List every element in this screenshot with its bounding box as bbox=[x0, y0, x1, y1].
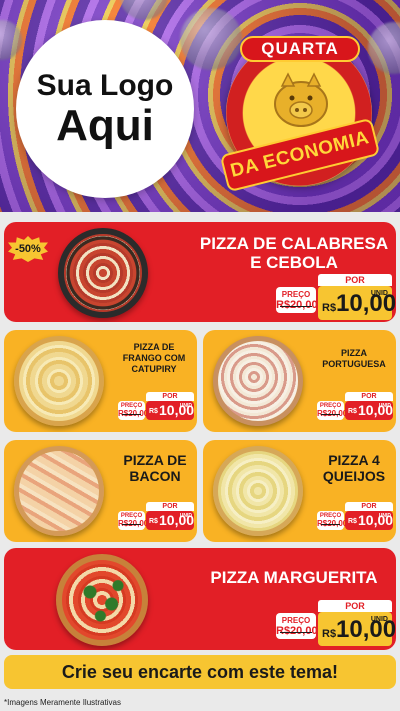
product-name-line: E CEBOLA bbox=[250, 253, 338, 272]
currency-symbol: R$ bbox=[322, 628, 337, 640]
old-price: PREÇO R$20,00 bbox=[276, 287, 318, 313]
promo-badge-title: QUARTA bbox=[240, 36, 360, 62]
strikethrough bbox=[280, 306, 312, 307]
product-name-line: PIZZA bbox=[341, 348, 367, 358]
pizza-image bbox=[56, 554, 148, 646]
currency-symbol: R$ bbox=[149, 518, 158, 525]
strikethrough bbox=[321, 524, 340, 525]
price-por-label: POR bbox=[146, 392, 194, 401]
pizza-image bbox=[14, 446, 104, 536]
price-por-label: POR bbox=[146, 502, 194, 511]
pizza-image bbox=[213, 446, 303, 536]
new-price: R$ 10,00 UNID bbox=[146, 401, 194, 420]
price-unit: UNID bbox=[370, 290, 388, 297]
product-card-4-queijos[interactable]: PIZZA 4 QUEIJOS POR PREÇO R$20,00 R$ 10,… bbox=[203, 440, 396, 542]
product-name-line: PIZZA MARGUERITA bbox=[210, 568, 378, 587]
product-name: PIZZA DE FRANGO COM CATUPIRY bbox=[112, 342, 196, 375]
new-price: R$ 10,00 UNID bbox=[318, 612, 396, 646]
product-card-frango[interactable]: PIZZA DE FRANGO COM CATUPIRY POR PREÇO R… bbox=[4, 330, 197, 432]
price-unit: UNID bbox=[378, 403, 391, 409]
discount-badge: -50% bbox=[8, 236, 48, 262]
strikethrough bbox=[122, 414, 141, 415]
currency-symbol: R$ bbox=[348, 518, 357, 525]
old-price: PREÇO R$20,00 bbox=[276, 613, 318, 639]
product-card-portuguesa[interactable]: PIZZA PORTUGUESA POR PREÇO R$20,00 R$ 10… bbox=[203, 330, 396, 432]
coin-decoration bbox=[180, 8, 242, 70]
disclaimer-text: *Imagens Meramente Ilustrativas bbox=[4, 698, 121, 707]
product-name-line: CATUPIRY bbox=[131, 364, 177, 374]
new-price: R$ 10,00 UNID bbox=[345, 511, 393, 530]
pizza-image bbox=[213, 336, 303, 426]
header-banner: Sua Logo Aqui QUARTA DA ECONOMIA bbox=[0, 0, 400, 218]
price-tag: POR PREÇO R$20,00 R$ 10,00 UNID bbox=[317, 502, 393, 530]
product-card-calabresa[interactable]: -50% PIZZA DE CALABRESA E CEBOLA POR PRE… bbox=[4, 222, 396, 322]
strikethrough bbox=[122, 524, 141, 525]
product-name-line: PIZZA DE bbox=[133, 342, 175, 352]
product-name-line: PIZZA DE CALABRESA bbox=[199, 234, 389, 253]
product-name: PIZZA DE CALABRESA E CEBOLA bbox=[194, 234, 394, 272]
logo-text-line2: Aqui bbox=[56, 101, 154, 150]
product-name-line: BACON bbox=[129, 468, 181, 484]
pizza-image bbox=[14, 336, 104, 426]
old-price: PREÇO R$20,00 bbox=[118, 401, 148, 420]
old-price: PREÇO R$20,00 bbox=[317, 511, 347, 530]
new-price: R$ 10,00 UNID bbox=[345, 401, 393, 420]
product-name-line: QUEIJOS bbox=[322, 468, 386, 484]
product-name-line: PORTUGUESA bbox=[322, 359, 386, 369]
price-tag: POR PREÇO R$20,00 R$ 10,00 UNID bbox=[118, 392, 194, 420]
price-por-label: POR bbox=[345, 392, 393, 401]
old-price: PREÇO R$20,00 bbox=[317, 401, 347, 420]
currency-symbol: R$ bbox=[348, 408, 357, 415]
product-name-line: PIZZA DE bbox=[123, 452, 187, 468]
price-unit: UNID bbox=[378, 513, 391, 519]
price-tag: POR PREÇO R$20,00 R$ 10,00 UNID bbox=[276, 274, 396, 320]
product-card-bacon[interactable]: PIZZA DE BACON POR PREÇO R$20,00 R$ 10,0… bbox=[4, 440, 197, 542]
price-unit: UNID bbox=[179, 403, 192, 409]
strikethrough bbox=[321, 414, 340, 415]
piggy-bank-icon bbox=[274, 72, 328, 127]
currency-symbol: R$ bbox=[149, 408, 158, 415]
old-price: PREÇO R$20,00 bbox=[118, 511, 148, 530]
strikethrough bbox=[280, 632, 312, 633]
product-name: PIZZA DE BACON bbox=[114, 452, 196, 484]
new-price: R$ 10,00 UNID bbox=[146, 511, 194, 530]
currency-symbol: R$ bbox=[322, 302, 337, 314]
price-por-label: POR bbox=[345, 502, 393, 511]
logo-placeholder[interactable]: Sua Logo Aqui bbox=[16, 20, 194, 198]
product-name: PIZZA PORTUGUESA bbox=[313, 348, 395, 370]
product-name: PIZZA MARGUERITA bbox=[194, 568, 394, 587]
price-tag: POR PREÇO R$20,00 R$ 10,00 UNID bbox=[118, 502, 194, 530]
product-name-line: PIZZA 4 bbox=[328, 452, 380, 468]
product-name-line: FRANGO COM bbox=[122, 353, 186, 363]
call-to-action-banner[interactable]: Crie seu encarte com este tema! bbox=[4, 655, 396, 689]
new-price: R$ 10,00 UNID bbox=[318, 286, 396, 320]
price-por-label: POR bbox=[318, 600, 392, 612]
logo-text-line1: Sua Logo bbox=[36, 69, 174, 102]
price-tag: POR PREÇO R$20,00 R$ 10,00 UNID bbox=[276, 600, 396, 646]
product-card-marguerita[interactable]: PIZZA MARGUERITA POR PREÇO R$20,00 R$ 10… bbox=[4, 548, 396, 650]
price-unit: UNID bbox=[179, 513, 192, 519]
product-name: PIZZA 4 QUEIJOS bbox=[313, 452, 395, 484]
price-tag: POR PREÇO R$20,00 R$ 10,00 UNID bbox=[317, 392, 393, 420]
price-unit: UNID bbox=[370, 616, 388, 623]
price-por-label: POR bbox=[318, 274, 392, 286]
pizza-image bbox=[58, 228, 148, 318]
